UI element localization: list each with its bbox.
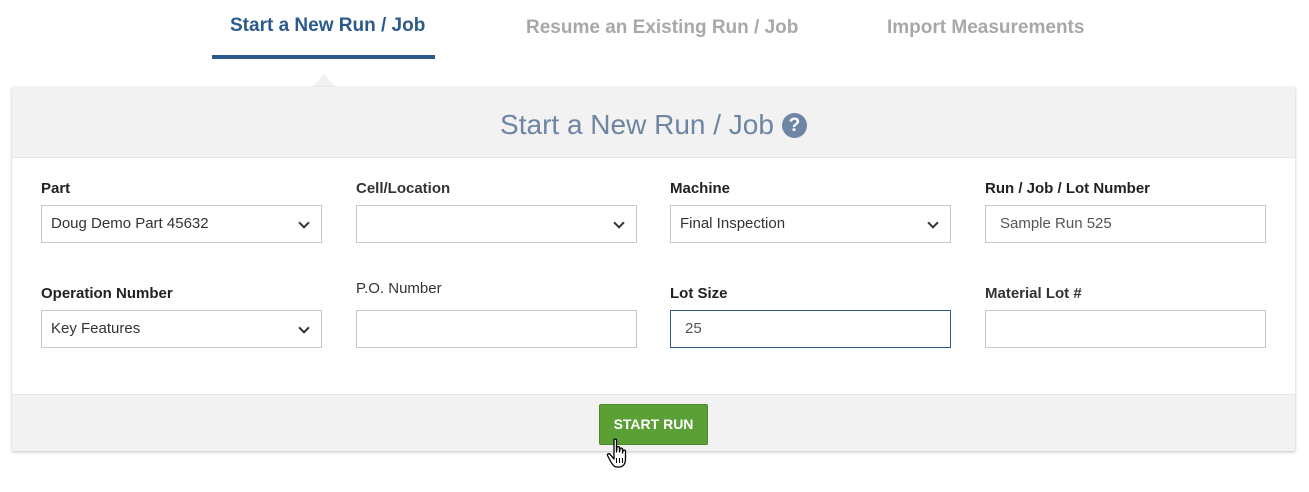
active-tab-indicator <box>212 55 435 59</box>
tab-bar: Start a New Run / Job Resume an Existing… <box>0 0 1309 87</box>
tab-pointer-arrow <box>313 73 335 87</box>
run-job-lot-label: Run / Job / Lot Number <box>985 180 1150 197</box>
chevron-down-icon <box>613 217 625 229</box>
machine-label: Machine <box>670 180 731 197</box>
po-number-label: P.O. Number <box>356 280 442 297</box>
start-run-panel: Start a New Run / Job? Part Doug Demo Pa… <box>12 87 1295 451</box>
machine-select[interactable]: Final Inspection <box>670 205 951 243</box>
operation-number-select-value: Key Features <box>51 320 141 337</box>
po-number-input[interactable] <box>356 310 637 348</box>
part-select-value: Doug Demo Part 45632 <box>51 215 209 232</box>
cell-location-label: Cell/Location <box>356 180 451 197</box>
panel-footer: START RUN <box>12 394 1295 451</box>
material-lot-label: Material Lot # <box>985 285 1082 302</box>
tab-start-new-run[interactable]: Start a New Run / Job <box>230 15 425 37</box>
tab-import-measurements[interactable]: Import Measurements <box>887 17 1084 39</box>
operation-number-label: Operation Number <box>41 285 173 302</box>
run-job-lot-input[interactable]: Sample Run 525 <box>985 205 1266 243</box>
material-lot-input[interactable] <box>985 310 1266 348</box>
lot-size-label: Lot Size <box>670 285 728 302</box>
machine-select-value: Final Inspection <box>680 215 786 232</box>
panel-title: Start a New Run / Job <box>500 109 774 140</box>
tab-resume-existing-run[interactable]: Resume an Existing Run / Job <box>526 17 798 39</box>
panel-header: Start a New Run / Job? <box>12 87 1295 158</box>
help-icon[interactable]: ? <box>781 113 807 138</box>
part-label: Part <box>41 180 71 197</box>
part-select[interactable]: Doug Demo Part 45632 <box>41 205 322 243</box>
cell-location-select[interactable] <box>356 205 637 243</box>
hand-pointer-cursor-icon <box>606 438 627 468</box>
lot-size-input[interactable]: 25 <box>670 310 951 348</box>
operation-number-select[interactable]: Key Features <box>41 310 322 348</box>
